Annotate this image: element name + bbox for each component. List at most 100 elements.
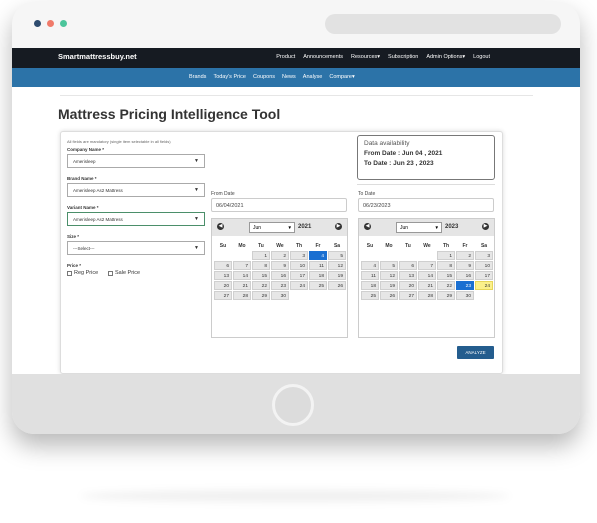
weekday-label: Sa	[333, 243, 341, 249]
dot-icon	[34, 20, 41, 27]
price-label: Price *	[67, 263, 82, 268]
day-cell[interactable]: 4	[361, 261, 379, 270]
day-cell[interactable]: 4	[309, 251, 327, 260]
day-cell[interactable]: 29	[252, 291, 270, 300]
day-cell[interactable]: 15	[252, 271, 270, 280]
size-label: Size *	[67, 234, 80, 239]
menu-item-announcements[interactable]: Announcements	[303, 54, 343, 60]
day-cell[interactable]: 10	[475, 261, 493, 270]
day-cell[interactable]: 13	[399, 271, 417, 280]
day-cell[interactable]: 9	[271, 261, 289, 270]
day-cell[interactable]: 24	[290, 281, 308, 290]
menu-item-product[interactable]: Product	[276, 54, 295, 60]
day-cell[interactable]: 15	[437, 271, 455, 280]
day-cell[interactable]: 11	[361, 271, 379, 280]
next-month-icon[interactable]: ▶	[482, 223, 489, 230]
day-cell[interactable]: 30	[271, 291, 289, 300]
day-cell[interactable]: 14	[233, 271, 251, 280]
reg-price-option[interactable]: Reg Price	[67, 270, 98, 276]
day-cell[interactable]: 6	[214, 261, 232, 270]
company-select[interactable]: Amerisleep ▼	[67, 154, 205, 168]
day-cell[interactable]: 23	[456, 281, 474, 290]
day-cell[interactable]: 18	[309, 271, 327, 280]
from-date-input[interactable]: 06/04/2021	[211, 198, 347, 212]
day-cell[interactable]: 25	[309, 281, 327, 290]
prev-month-icon[interactable]: ◀	[364, 223, 371, 230]
day-cell[interactable]: 21	[233, 281, 251, 290]
day-cell[interactable]: 25	[361, 291, 379, 300]
day-cell[interactable]: 12	[380, 271, 398, 280]
day-cell[interactable]: 20	[399, 281, 417, 290]
weekday-label: Su	[219, 243, 227, 249]
day-cell[interactable]: 27	[214, 291, 232, 300]
menu-item-todays-price[interactable]: Today's Price	[213, 74, 246, 80]
day-cell[interactable]: 2	[456, 251, 474, 260]
sale-price-option[interactable]: Sale Price	[108, 270, 140, 276]
day-cell[interactable]: 30	[456, 291, 474, 300]
variant-value: Amerisleep As2 Mattress	[73, 217, 123, 222]
month-select[interactable]: Jun ▼	[249, 222, 295, 233]
day-cell[interactable]: 17	[290, 271, 308, 280]
day-cell[interactable]: 3	[290, 251, 308, 260]
menu-item-coupons[interactable]: Coupons	[253, 74, 275, 80]
site-brand[interactable]: Smartmattressbuy.net	[58, 52, 137, 61]
menu-item-brands[interactable]: Brands	[189, 74, 206, 80]
day-cell[interactable]: 7	[418, 261, 436, 270]
day-cell[interactable]: 26	[328, 281, 346, 290]
day-cell[interactable]: 1	[437, 251, 455, 260]
day-cell[interactable]: 13	[214, 271, 232, 280]
day-cell[interactable]: 17	[475, 271, 493, 280]
from-date-label: From Date	[211, 191, 235, 197]
day-cell[interactable]: 22	[252, 281, 270, 290]
company-value: Amerisleep	[73, 159, 96, 164]
to-date-input[interactable]: 06/23/2023	[358, 198, 494, 212]
size-select[interactable]: ---Select--- ▼	[67, 241, 205, 255]
menu-item-news[interactable]: News	[282, 74, 296, 80]
day-cell[interactable]: 5	[328, 251, 346, 260]
menu-item-analyse[interactable]: Analyse	[303, 74, 323, 80]
day-cell[interactable]: 6	[399, 261, 417, 270]
day-cell[interactable]: 10	[290, 261, 308, 270]
month-select[interactable]: Jun ▼	[396, 222, 442, 233]
day-cell[interactable]: 9	[456, 261, 474, 270]
menu-item-compare[interactable]: Compare▾	[329, 74, 354, 80]
day-cell[interactable]: 22	[437, 281, 455, 290]
day-cell[interactable]: 23	[271, 281, 289, 290]
day-cell[interactable]: 28	[233, 291, 251, 300]
day-cell[interactable]: 8	[252, 261, 270, 270]
day-cell[interactable]: 19	[328, 271, 346, 280]
day-cell[interactable]: 3	[475, 251, 493, 260]
prev-month-icon[interactable]: ◀	[217, 223, 224, 230]
day-cell[interactable]: 5	[380, 261, 398, 270]
day-cell[interactable]: 21	[418, 281, 436, 290]
analyze-button[interactable]: ANALYZE	[457, 346, 494, 359]
day-cell[interactable]: 8	[437, 261, 455, 270]
day-cell[interactable]: 14	[418, 271, 436, 280]
day-cell[interactable]: 26	[380, 291, 398, 300]
day-cell[interactable]: 27	[399, 291, 417, 300]
day-cell[interactable]: 12	[328, 261, 346, 270]
menu-item-admin-options[interactable]: Admin Options▾	[426, 54, 465, 60]
day-cell[interactable]: 24	[475, 281, 493, 290]
day-cell[interactable]: 16	[456, 271, 474, 280]
day-cell[interactable]: 18	[361, 281, 379, 290]
next-month-icon[interactable]: ▶	[335, 223, 342, 230]
menu-item-subscription[interactable]: Subscription	[388, 54, 418, 60]
day-cell[interactable]: 7	[233, 261, 251, 270]
day-cell[interactable]: 28	[418, 291, 436, 300]
menu-item-resources[interactable]: Resources▾	[351, 54, 380, 60]
checkbox-icon[interactable]	[67, 270, 72, 276]
variant-select[interactable]: Amerisleep As2 Mattress ▼	[67, 212, 205, 226]
day-cell[interactable]: 2	[271, 251, 289, 260]
weekday-label: Th	[442, 243, 450, 249]
menu-item-logout[interactable]: Logout	[473, 54, 490, 60]
day-cell[interactable]: 11	[309, 261, 327, 270]
day-cell[interactable]: 1	[252, 251, 270, 260]
checkbox-icon[interactable]	[108, 270, 113, 276]
brand-select[interactable]: Amerisleep As2 Mattress ▼	[67, 183, 205, 197]
day-cell[interactable]: 20	[214, 281, 232, 290]
day-cell[interactable]: 16	[271, 271, 289, 280]
day-cell[interactable]: 29	[437, 291, 455, 300]
day-cell[interactable]: 19	[380, 281, 398, 290]
chevron-down-icon: ▼	[287, 225, 292, 230]
